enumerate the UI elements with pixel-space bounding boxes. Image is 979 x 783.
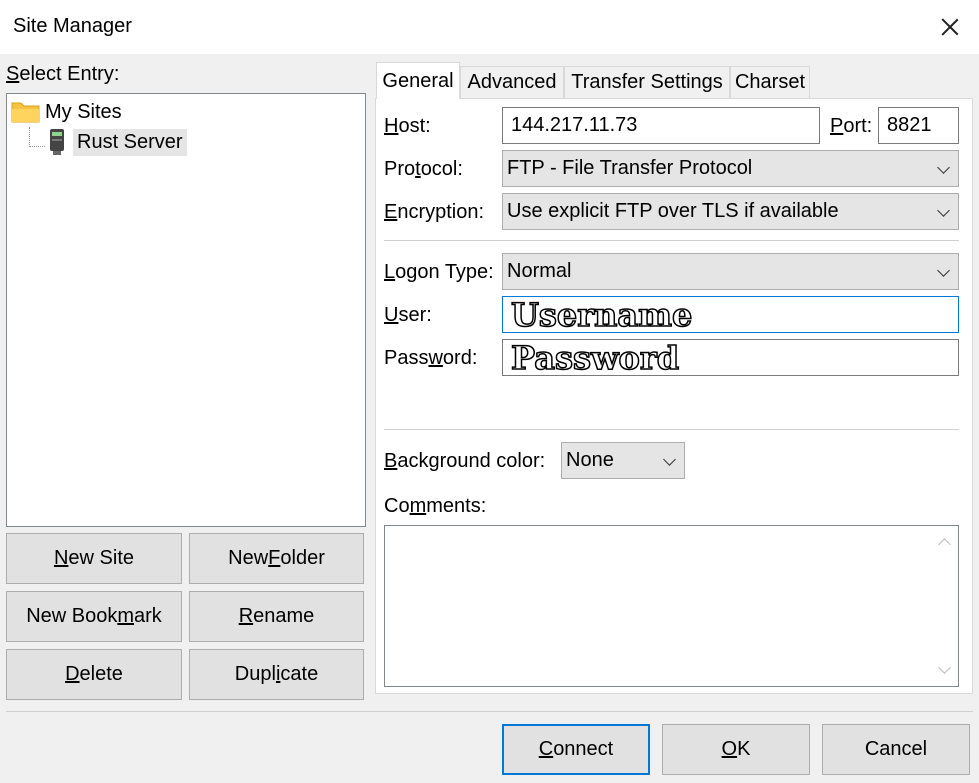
divider bbox=[384, 240, 959, 241]
host-input[interactable]: 144.217.11.73 bbox=[502, 107, 820, 144]
select-entry-text: elect Entry: bbox=[19, 63, 120, 85]
button-text: elete bbox=[79, 663, 123, 685]
encryption-select[interactable]: Use explicit FTP over TLS if available bbox=[502, 193, 959, 230]
tree-connector bbox=[29, 146, 45, 147]
scroll-up-icon[interactable] bbox=[938, 538, 951, 551]
tree-connector bbox=[29, 127, 30, 147]
bg-color-select[interactable]: None bbox=[561, 442, 685, 479]
close-icon[interactable] bbox=[936, 13, 964, 41]
folder-icon bbox=[11, 102, 40, 123]
button-text: ark bbox=[134, 605, 162, 627]
server-icon bbox=[50, 129, 64, 155]
password-value: Password bbox=[510, 338, 680, 378]
chevron-down-icon bbox=[937, 203, 950, 217]
new-folder-button[interactable]: New Folder bbox=[189, 533, 364, 584]
delete-button[interactable]: Delete bbox=[6, 649, 182, 700]
tree-item-label: My Sites bbox=[45, 100, 122, 123]
chevron-down-icon bbox=[937, 160, 950, 174]
chevron-down-icon bbox=[937, 263, 950, 277]
new-site-button[interactable]: New Site bbox=[6, 533, 182, 584]
tab-general[interactable]: General bbox=[376, 62, 460, 99]
comments-textarea[interactable] bbox=[384, 525, 959, 687]
logon-type-select[interactable]: Normal bbox=[502, 253, 959, 290]
bg-color-label: Background color: bbox=[384, 450, 546, 472]
user-input[interactable]: Username bbox=[502, 295, 959, 335]
protocol-label: Protocol: bbox=[384, 158, 463, 180]
divider bbox=[384, 429, 959, 430]
button-text: ename bbox=[253, 605, 315, 627]
new-bookmark-button[interactable]: New Book m ark bbox=[6, 591, 182, 642]
tab-advanced[interactable]: Advanced bbox=[460, 66, 564, 99]
ok-button[interactable]: OK bbox=[662, 724, 810, 775]
bg-color-value: None bbox=[566, 449, 614, 471]
footer-divider bbox=[6, 711, 973, 712]
encryption-label: Encryption: bbox=[384, 201, 485, 223]
tree-item-label: Rust Server bbox=[73, 128, 187, 156]
comments-label: Comments: bbox=[384, 495, 487, 517]
site-tree[interactable]: My Sites Rust Server bbox=[6, 93, 366, 527]
connect-button[interactable]: Connect bbox=[502, 724, 650, 775]
button-text: Dupl bbox=[234, 663, 276, 685]
user-value: Username bbox=[510, 295, 693, 335]
encryption-value: Use explicit FTP over TLS if available bbox=[507, 200, 839, 222]
button-text: New Book bbox=[26, 605, 118, 627]
rename-button[interactable]: Rename bbox=[189, 591, 364, 642]
tree-item-my-sites[interactable]: My Sites bbox=[11, 100, 122, 124]
password-input[interactable]: Password bbox=[502, 338, 959, 378]
tab-transfer-settings[interactable]: Transfer Settings bbox=[564, 66, 730, 99]
logon-type-value: Normal bbox=[507, 260, 572, 282]
title-bar bbox=[0, 0, 979, 54]
tree-item-rust-server[interactable]: Rust Server bbox=[47, 128, 187, 156]
button-text: K bbox=[737, 738, 751, 760]
select-entry-label: Select Entry: bbox=[6, 63, 120, 85]
chevron-down-icon bbox=[663, 452, 676, 466]
comments-scrollbar[interactable] bbox=[930, 526, 958, 686]
host-label: Host: bbox=[384, 115, 431, 137]
scroll-down-icon[interactable] bbox=[938, 661, 951, 674]
logon-type-label: Logon Type: bbox=[384, 261, 494, 283]
button-text: New bbox=[228, 547, 269, 569]
duplicate-button[interactable]: Dupl i cate bbox=[189, 649, 364, 700]
button-text: older bbox=[280, 547, 325, 569]
cancel-button[interactable]: Cancel bbox=[822, 724, 970, 775]
protocol-select[interactable]: FTP - File Transfer Protocol bbox=[502, 150, 959, 187]
tab-charset[interactable]: Charset bbox=[730, 66, 810, 99]
port-label: Port: bbox=[830, 115, 873, 137]
window-title: Site Manager bbox=[13, 15, 132, 37]
password-label: Password: bbox=[384, 347, 478, 369]
button-text: cate bbox=[280, 663, 319, 685]
button-text: ew Site bbox=[68, 547, 135, 569]
port-input[interactable]: 8821 bbox=[878, 107, 959, 144]
user-label: User: bbox=[384, 304, 432, 326]
button-text: onnect bbox=[553, 738, 614, 760]
protocol-value: FTP - File Transfer Protocol bbox=[507, 157, 753, 179]
